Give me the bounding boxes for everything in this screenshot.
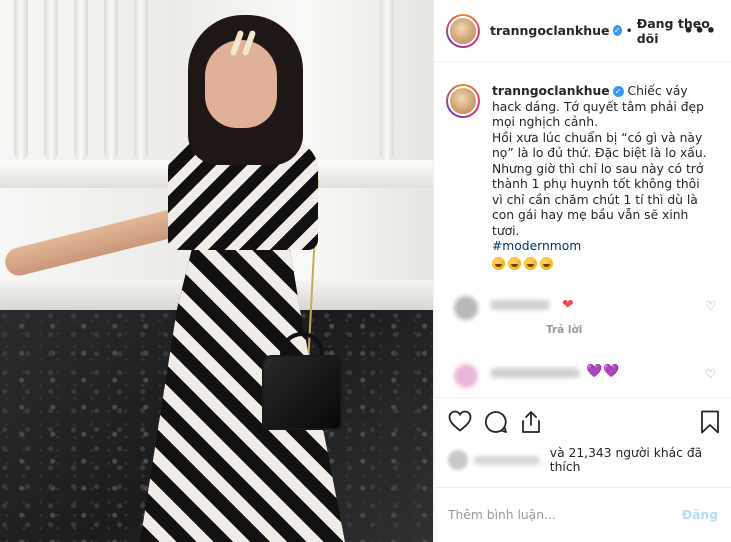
blurred-avatar[interactable]: [454, 296, 478, 320]
comment-like-icon[interactable]: ♡: [705, 299, 716, 313]
comments-area[interactable]: tranngoclankhue ✓ Chiếc váy hack dáng. Tớ…: [434, 72, 731, 397]
laughing-emoji-icon: [524, 256, 537, 270]
verified-badge-icon: ✓: [612, 25, 622, 36]
comment-form: Đăng: [434, 487, 731, 542]
caption-line-2: Hồi xưa lúc chuẩn bị “có gì và này nọ” l…: [492, 130, 707, 238]
laughing-emoji-icon: [508, 256, 521, 270]
hashtag-link[interactable]: #modernmom: [492, 239, 581, 253]
liker-avatar[interactable]: [448, 450, 468, 470]
comment-item: 💜💜 ♡: [446, 362, 720, 397]
header-username[interactable]: tranngoclankhue: [490, 23, 610, 38]
action-bar: và 21,343 người khác đã thích: [434, 397, 731, 487]
likes-count-text[interactable]: và 21,343 người khác đã thích: [550, 446, 731, 474]
photo-handbag: [262, 355, 342, 430]
laughing-emoji-icon: [492, 256, 505, 270]
emoji-row: [492, 256, 712, 270]
comment-input[interactable]: [448, 508, 682, 522]
comment-item: ❤ Trả lời ♡: [446, 294, 720, 336]
blurred-comment-text: [490, 300, 550, 310]
bookmark-icon[interactable]: [700, 410, 720, 434]
heart-icon[interactable]: [448, 410, 472, 432]
caption: tranngoclankhue ✓ Chiếc váy hack dáng. Tớ…: [446, 72, 720, 270]
share-icon[interactable]: [520, 410, 542, 434]
photo-face: [205, 40, 277, 128]
caption-text: tranngoclankhue ✓ Chiếc váy hack dáng. Tớ…: [492, 84, 712, 270]
comment-like-icon[interactable]: ♡: [705, 367, 716, 381]
post-comment-button[interactable]: Đăng: [682, 508, 718, 522]
post-header: tranngoclankhue ✓ • Đang theo dõi •••: [434, 0, 731, 62]
likes-summary[interactable]: và 21,343 người khác đã thích: [448, 446, 731, 474]
reply-button[interactable]: Trả lời: [546, 324, 582, 336]
post-panel: tranngoclankhue ✓ • Đang theo dõi ••• tr…: [433, 0, 731, 542]
comment-icon[interactable]: [484, 410, 508, 434]
more-options-icon[interactable]: •••: [683, 21, 717, 40]
separator-dot: •: [625, 23, 633, 38]
post-photo[interactable]: [0, 0, 433, 542]
verified-badge-icon: ✓: [612, 86, 624, 97]
purple-heart-emoji-icon: 💜💜: [586, 364, 621, 379]
caption-avatar[interactable]: [446, 84, 480, 118]
laughing-emoji-icon: [540, 256, 553, 270]
blurred-avatar[interactable]: [454, 364, 478, 388]
blurred-liker-name[interactable]: [473, 455, 540, 465]
caption-username[interactable]: tranngoclankhue: [492, 84, 610, 98]
red-heart-emoji-icon: ❤: [562, 297, 574, 313]
blurred-comment-text: [490, 368, 580, 378]
avatar[interactable]: [446, 13, 480, 48]
